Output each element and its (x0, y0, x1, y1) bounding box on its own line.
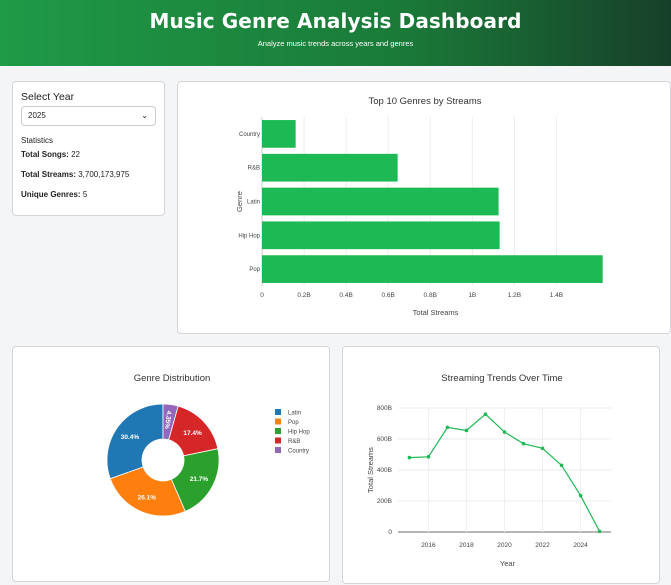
bar-x-tick-label: 0.8B (424, 292, 437, 299)
legend-label-country: Country (288, 449, 309, 455)
legend-swatch (275, 447, 281, 453)
line-x-tick-label: 2020 (497, 542, 512, 549)
line-chart-title: Streaming Trends Over Time (441, 373, 562, 384)
bar-chart-card: Top 10 Genres by Streams 0 0.2B 0.4B 0.6B 0.8… (177, 81, 671, 334)
line-data-point (559, 463, 564, 468)
bar-latin (262, 187, 499, 216)
pie-value-label: 26.1% (138, 495, 157, 502)
bar-chart-title: Top 10 Genres by Streams (369, 96, 482, 107)
stat-total-songs-value: 22 (71, 150, 80, 159)
line-y-tick-label: 800B (377, 405, 392, 412)
line-y-tick-label: 200B (377, 498, 392, 505)
stat-unique-genres: Unique Genres: 5 (21, 190, 87, 199)
pie-slice-pop (109, 466, 186, 517)
line-x-tick-label: 2018 (459, 542, 474, 549)
page-title: Music Genre Analysis Dashboard (149, 9, 522, 33)
pie-value-label: 30.4% (121, 434, 140, 441)
legend-swatch (275, 418, 281, 425)
genre-distribution-pie-chart: Genre Distribution30.4%26.1%21.7%17.4%4.… (106, 373, 310, 517)
line-data-point (521, 441, 526, 446)
dashboard-header: Music Genre Analysis Dashboard Analyze m… (0, 0, 671, 66)
legend-swatch (275, 409, 281, 415)
line-data-point (597, 529, 602, 534)
line-y-tick-label: 0 (388, 529, 392, 536)
bar-x-tick-label: 0.4B (339, 292, 352, 299)
line-data-point (483, 412, 488, 416)
bar-x-tick-label: 1.4B (550, 292, 563, 299)
chevron-down-icon: ⌄ (141, 111, 148, 120)
bar-y-tick-label: Pop (249, 267, 260, 273)
pie-chart-card: Genre Distribution 30.4% 26.1% 21.7% 17.4% 4.… (12, 346, 330, 582)
bar-y-tick-label: Latin (247, 200, 260, 206)
bar-x-axis-label: Total Streams (413, 308, 459, 317)
line-data-point (578, 493, 583, 498)
year-select[interactable]: 2025 ⌄ (21, 106, 156, 126)
page-subtitle: Analyze music trends across years and ge… (257, 39, 414, 48)
bar-y-axis-label: Genre (235, 191, 244, 212)
bar-hiphop (262, 221, 500, 250)
bar-x-tick-label: 1.2B (508, 292, 521, 299)
line-chart-card: Streaming Trends Over Time 0 200B 400B 600B 8… (342, 346, 660, 584)
line-data-point (426, 455, 431, 459)
legend-swatch (275, 437, 281, 444)
pie-chart-title: Genre Distribution (134, 373, 211, 384)
stat-total-streams-value: 3,700,173,975 (78, 170, 130, 179)
stat-unique-genres-value: 5 (82, 190, 88, 199)
legend-label-hiphop: Hip Hop (288, 430, 310, 436)
statistics-heading: Statistics (21, 136, 54, 145)
line-y-tick-label: 400B (377, 467, 392, 474)
stat-total-streams-label: Total Streams: (21, 170, 76, 179)
line-data-point (502, 430, 507, 434)
bar-pop (262, 255, 603, 283)
stat-total-songs: Total Songs: 22 (21, 150, 80, 159)
line-x-axis-label: Year (500, 559, 516, 568)
select-year-label: Select Year (21, 91, 75, 103)
bar-x-tick-label: 1B (468, 292, 476, 299)
pie-value-label: 21.7% (190, 476, 209, 483)
top-genres-bar-chart: Top 10 Genres by Streams 0 0.2B 0.4B 0.6B 0.8… (235, 96, 603, 317)
bar-rb (262, 153, 398, 182)
line-data-point (464, 428, 469, 433)
legend-label-rb: R&B (288, 439, 300, 445)
line-x-tick-label: 2022 (535, 542, 550, 549)
stat-total-streams: Total Streams: 3,700,173,975 (21, 170, 129, 179)
legend-label-pop: Pop (288, 420, 299, 426)
bar-y-tick-label: Country (239, 132, 260, 138)
bar-x-tick-label: 0 (260, 292, 264, 299)
legend-label-latin: Latin (288, 411, 301, 417)
pie-value-label: 17.4% (183, 430, 202, 437)
line-data-point (445, 425, 450, 430)
pie-slice-latin (106, 403, 164, 480)
bar-x-tick-label: 0.6B (381, 292, 394, 299)
bar-x-tick-label: 0.2B (297, 292, 310, 299)
bar-y-tick-label: R&B (248, 166, 260, 172)
line-y-axis-label: Total Streams (366, 447, 375, 493)
bar-country (262, 120, 296, 148)
filter-card: Select Year 2025 ⌄ Statistics Total Song… (12, 81, 165, 216)
streaming-trends-line-chart: Streaming Trends Over Time 0 200B 400B 600B 8… (366, 373, 611, 568)
line-x-tick-label: 2016 (421, 542, 436, 549)
stat-unique-genres-label: Unique Genres: (21, 190, 81, 199)
line-y-tick-label: 600B (377, 436, 392, 443)
line-data-point (540, 446, 545, 451)
stat-total-songs-label: Total Songs: (21, 150, 69, 159)
line-data-point (407, 455, 412, 460)
year-select-value: 2025 (28, 111, 46, 120)
bar-y-tick-label: Hip Hop (238, 233, 260, 239)
legend-swatch (275, 428, 281, 434)
line-x-tick-label: 2024 (573, 542, 588, 549)
